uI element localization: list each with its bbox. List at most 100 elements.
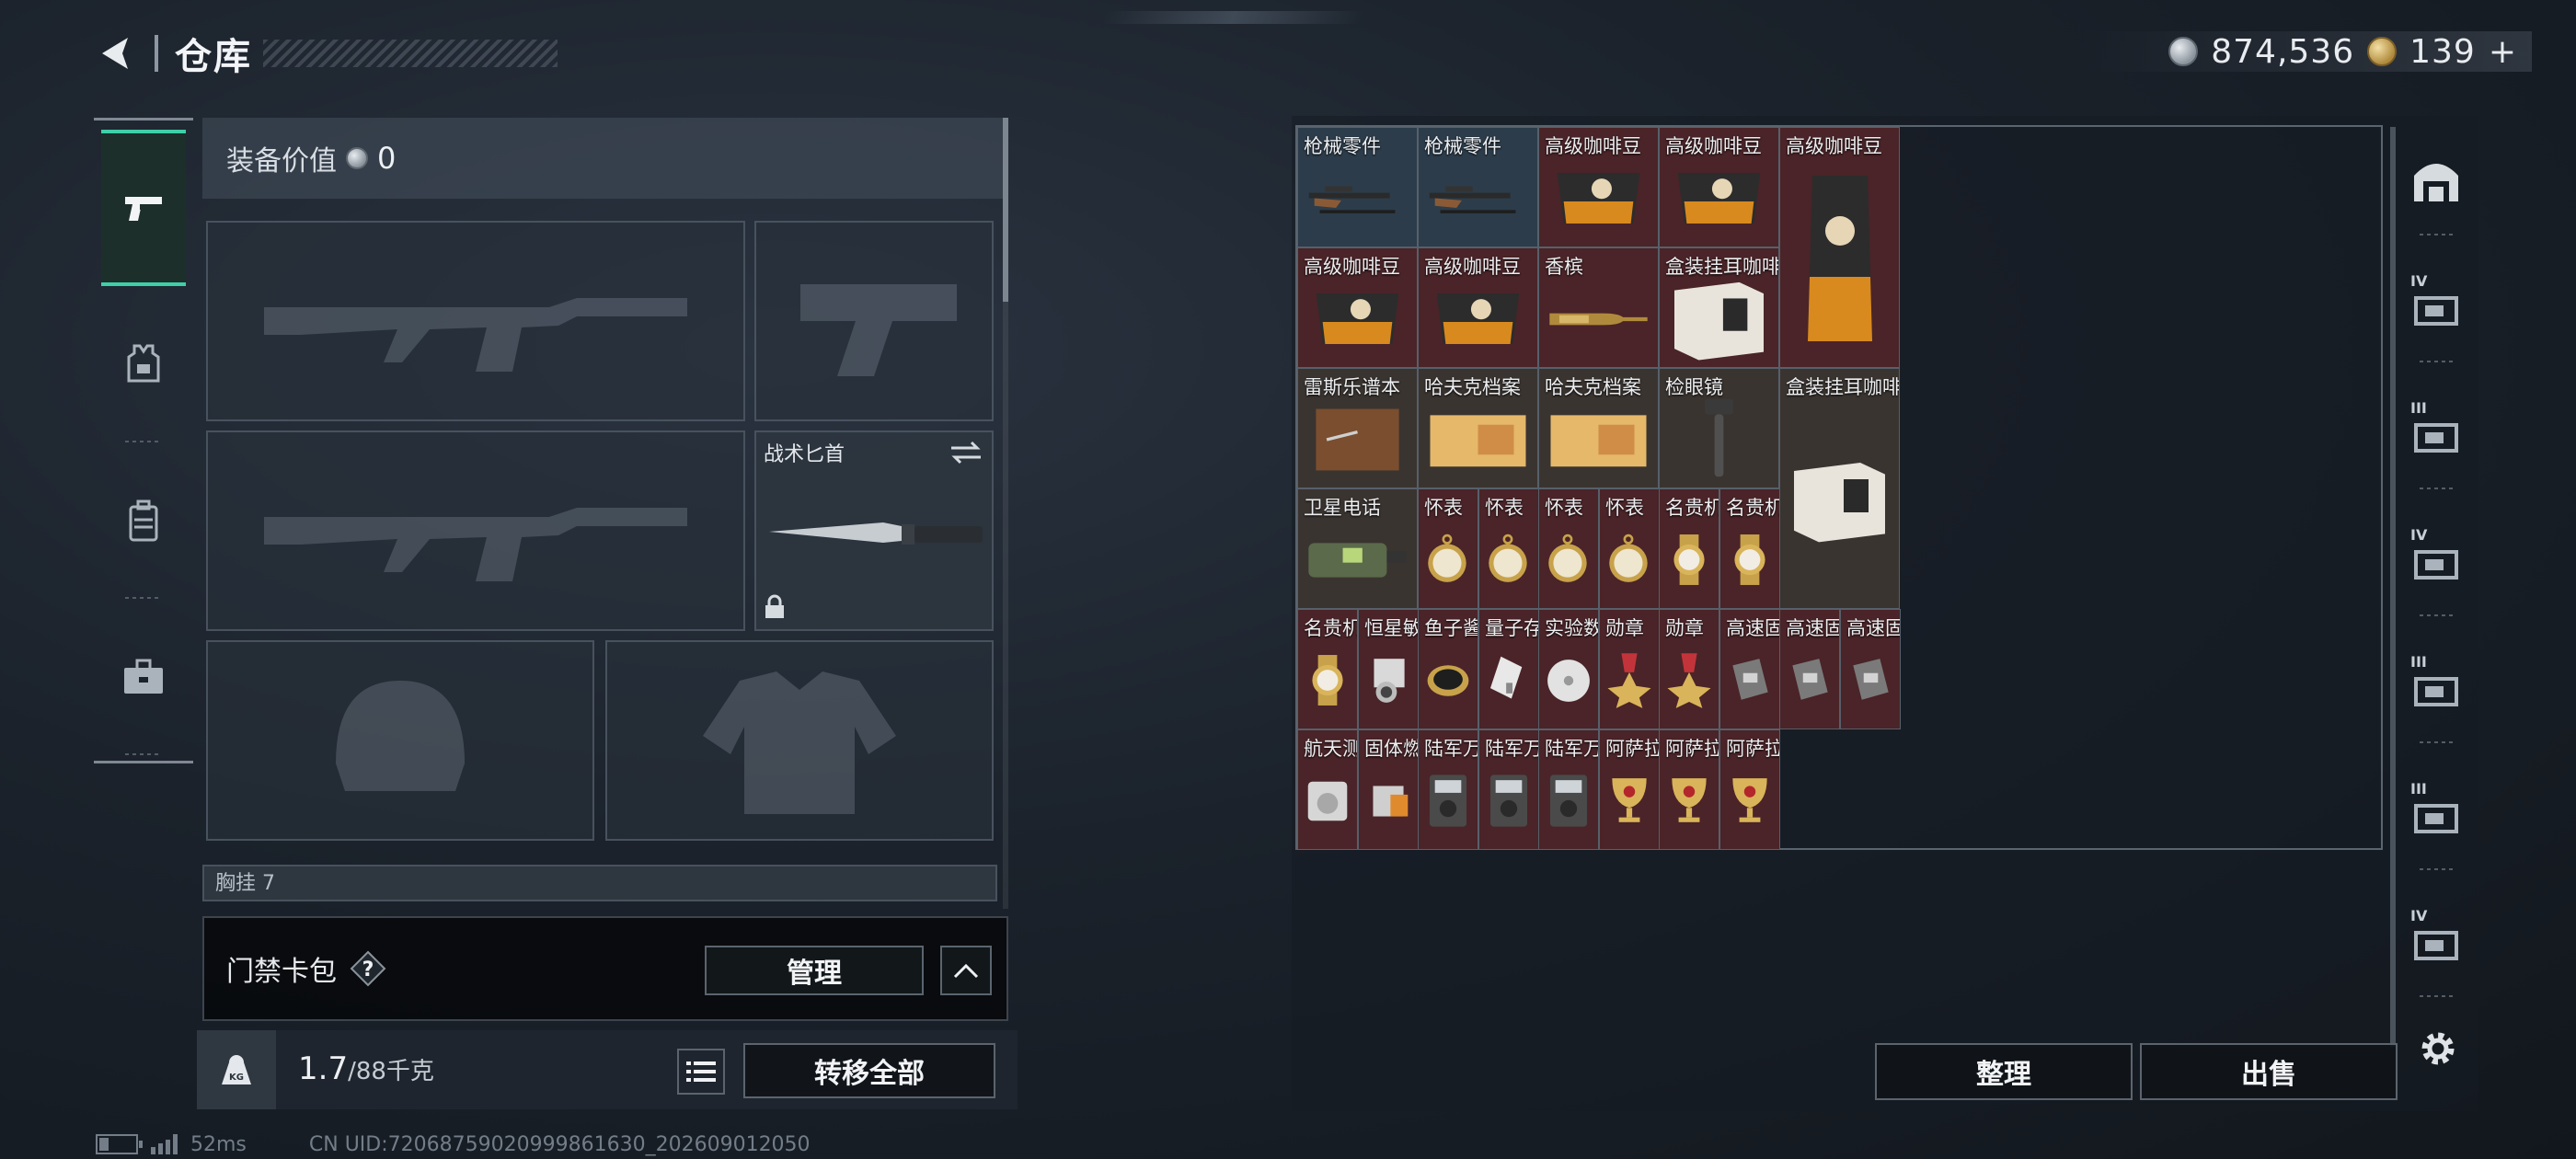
transfer-all-button[interactable]: 转移全部: [743, 1043, 995, 1098]
tab-weapons[interactable]: [101, 130, 186, 286]
storage-item[interactable]: 卫星电话: [1297, 488, 1418, 609]
storage-item[interactable]: 怀表: [1478, 488, 1539, 609]
storage-item[interactable]: 阿萨拉酒杯: [1659, 729, 1719, 850]
storage-item[interactable]: 航天测试…: [1297, 729, 1358, 850]
header-divider: [155, 35, 158, 72]
pistol-slot[interactable]: [754, 221, 994, 421]
caviar-icon: [1419, 636, 1478, 725]
storage-item[interactable]: 阿萨拉酒杯: [1719, 729, 1780, 850]
rifle-parts-icon: [1298, 154, 1417, 243]
storage-item[interactable]: 检眼镜: [1659, 368, 1779, 488]
storage-item[interactable]: 高速固态…: [1840, 609, 1901, 729]
storage-item-label: 高级咖啡豆: [1786, 135, 1882, 157]
storage-item-label: 怀表: [1605, 497, 1644, 519]
coffee-box-icon: [1660, 274, 1778, 363]
storage-item[interactable]: 怀表: [1599, 488, 1660, 609]
settings-gear-button[interactable]: [2412, 1023, 2464, 1074]
carry-weight-max: /88千克: [348, 1058, 434, 1085]
storage-item[interactable]: 名贵机械表: [1297, 609, 1358, 729]
tab-storage-tier-4[interactable]: III: [2396, 633, 2477, 743]
storage-box-icon: [2414, 423, 2458, 453]
ssd-icon: [1720, 636, 1779, 725]
back-arrow-icon[interactable]: [92, 29, 140, 77]
storage-item[interactable]: 陆军万用表: [1538, 729, 1599, 850]
storage-item[interactable]: 怀表: [1538, 488, 1599, 609]
storage-item[interactable]: 高速固态…: [1779, 609, 1840, 729]
storage-item[interactable]: 枪械零件: [1297, 127, 1418, 247]
coffee-box-icon: [1780, 395, 1899, 604]
storage-item-label: 阿萨拉酒杯: [1605, 738, 1659, 760]
tab-storage-main[interactable]: [2396, 125, 2477, 235]
storage-item-label: 阿萨拉酒杯: [1726, 738, 1779, 760]
storage-item-label: 怀表: [1545, 497, 1583, 519]
storage-item[interactable]: 名贵机械表: [1659, 488, 1719, 609]
tab-storage-tier-3[interactable]: IV: [2396, 506, 2477, 616]
tab-storage-tier-6[interactable]: IV: [2396, 887, 2477, 997]
storage-item[interactable]: 鱼子酱: [1418, 609, 1478, 729]
expand-up-button[interactable]: [940, 946, 992, 995]
tab-armor[interactable]: [94, 286, 193, 442]
manage-button[interactable]: 管理: [705, 946, 924, 995]
storage-box-icon: [2414, 677, 2458, 706]
storage-item[interactable]: 名贵机械表: [1719, 488, 1780, 609]
storage-item[interactable]: 陆军万用表: [1418, 729, 1478, 850]
storage-item[interactable]: 陆军万用表: [1478, 729, 1539, 850]
equipment-value: 0: [377, 141, 397, 176]
storage-item[interactable]: 高级咖啡豆: [1538, 127, 1659, 247]
storage-item[interactable]: 量子存储: [1478, 609, 1539, 729]
helmet-slot[interactable]: [206, 640, 594, 841]
primary-weapon-slot[interactable]: [206, 221, 745, 421]
storage-item[interactable]: 高速固态…: [1719, 609, 1780, 729]
storage-item-label: 怀表: [1424, 497, 1463, 519]
sell-button[interactable]: 出售: [2140, 1043, 2398, 1100]
gear-icon: [2421, 1032, 2455, 1065]
sort-button[interactable]: 整理: [1875, 1043, 2133, 1100]
storage-item[interactable]: 雷斯乐谱本: [1297, 368, 1418, 488]
storage-item[interactable]: 恒星敏感器: [1358, 609, 1419, 729]
equipment-scrollbar[interactable]: [1003, 118, 1008, 909]
tab-storage-tier-2[interactable]: III: [2396, 379, 2477, 489]
storage-item-label: 怀表: [1485, 497, 1524, 519]
storage-item[interactable]: 高级咖啡豆: [1297, 247, 1418, 368]
storage-item[interactable]: 枪械零件: [1418, 127, 1538, 247]
multimeter-icon: [1539, 756, 1598, 845]
currency-bar: 874,536 139 +: [2081, 31, 2532, 72]
tab-storage-tier-5[interactable]: III: [2396, 760, 2477, 870]
secondary-weapon-slot[interactable]: [206, 430, 745, 631]
storage-item[interactable]: 怀表: [1418, 488, 1478, 609]
storage-item[interactable]: 高级咖啡豆: [1779, 127, 1900, 368]
swap-icon[interactable]: [949, 440, 983, 469]
storage-item[interactable]: 固体燃料: [1358, 729, 1419, 850]
storage-item[interactable]: 勋章: [1599, 609, 1660, 729]
pistol-silhouette-icon: [756, 223, 992, 419]
tab-backpack[interactable]: [94, 442, 193, 599]
storage-item[interactable]: 高级咖啡豆: [1659, 127, 1779, 247]
pistol-icon: [125, 197, 162, 221]
storage-item[interactable]: 勋章: [1659, 609, 1719, 729]
add-gold-button[interactable]: +: [2489, 33, 2517, 71]
silver-balance: 874,536: [2211, 32, 2355, 71]
storage-item-label: 航天测试…: [1304, 738, 1357, 760]
storage-item[interactable]: 香槟: [1538, 247, 1659, 368]
storage-item[interactable]: 高级咖啡豆: [1418, 247, 1538, 368]
help-icon[interactable]: ?: [350, 950, 386, 987]
storage-item[interactable]: 哈夫克档案: [1538, 368, 1659, 488]
carry-weight: 1.7/88千克: [298, 1050, 434, 1087]
storage-item-label: 枪械零件: [1424, 135, 1501, 157]
storage-item[interactable]: 盒装挂耳咖啡: [1659, 247, 1779, 368]
storage-item[interactable]: 实验数据: [1538, 609, 1599, 729]
storage-item-label: 高级咖啡豆: [1665, 135, 1762, 157]
disc-icon: [1539, 636, 1598, 725]
battery-icon: [96, 1134, 143, 1154]
storage-item[interactable]: 哈夫克档案: [1418, 368, 1538, 488]
tab-storage-tier-1[interactable]: IV: [2396, 252, 2477, 362]
title-hatch-decoration: [263, 40, 558, 67]
melee-slot[interactable]: 战术匕首: [754, 430, 994, 631]
list-view-button[interactable]: [677, 1049, 725, 1095]
storage-item[interactable]: 盒装挂耳咖啡: [1779, 368, 1900, 609]
chest-rig-slot[interactable]: 胸挂 7: [202, 865, 997, 901]
armor-slot[interactable]: [605, 640, 994, 841]
tab-cases[interactable]: [94, 599, 193, 755]
storage-item[interactable]: 阿萨拉酒杯: [1599, 729, 1660, 850]
medal-icon: [1600, 636, 1659, 725]
